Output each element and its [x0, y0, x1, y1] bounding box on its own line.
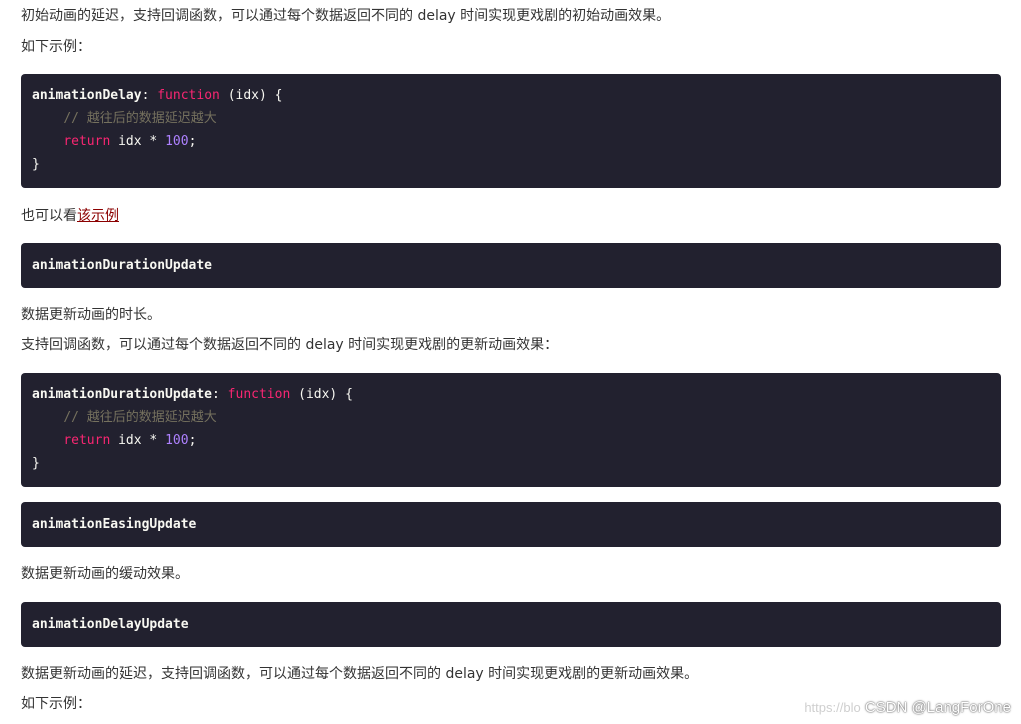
code-identifier: animationDelay [32, 88, 142, 103]
code-option-name: animationEasingUpdate [32, 502, 990, 547]
watermark-url: https://blo [804, 700, 860, 715]
paragraph-example-intro: 如下示例： [21, 37, 91, 57]
code-indent [32, 111, 63, 126]
code-line: return idx * 100; [32, 429, 990, 452]
csdn-watermark: https://blo CSDN @LangForOne [804, 699, 1011, 716]
code-line: // 越往后的数据延迟越大 [32, 107, 990, 130]
code-line: return idx * 100; [32, 130, 990, 153]
code-indent [32, 410, 63, 425]
code-close-brace: } [32, 157, 40, 172]
code-line: animationDelay: function (idx) { [32, 84, 990, 107]
code-number: 100 [165, 433, 188, 448]
code-line: animationDurationUpdate: function (idx) … [32, 383, 990, 406]
code-colon: : [212, 387, 220, 402]
code-keyword-return: return [63, 134, 110, 149]
paragraph-initial-delay: 初始动画的延迟，支持回调函数，可以通过每个数据返回不同的 delay 时间实现更… [21, 6, 670, 26]
paragraph-see-also: 也可以看该示例 [21, 206, 119, 226]
code-block-easing-update: animationEasingUpdate [21, 502, 1001, 547]
code-block-animation-delay: animationDelay: function (idx) { // 越往后的… [21, 74, 1001, 188]
code-keyword-function: function [228, 387, 291, 402]
code-semicolon: ; [189, 433, 197, 448]
code-comment: // 越往后的数据延迟越大 [63, 111, 216, 126]
code-number: 100 [165, 134, 188, 149]
code-block-delay-update: animationDelayUpdate [21, 602, 1001, 647]
code-indent [32, 433, 63, 448]
code-args: (idx) { [298, 387, 353, 402]
paragraph-easing-desc: 数据更新动画的缓动效果。 [21, 564, 189, 584]
code-close-brace: } [32, 456, 40, 471]
code-line: // 越往后的数据延迟越大 [32, 406, 990, 429]
code-line: } [32, 452, 990, 475]
paragraph-delay-update-desc: 数据更新动画的延迟，支持回调函数，可以通过每个数据返回不同的 delay 时间实… [21, 664, 698, 684]
see-also-text: 也可以看 [21, 208, 77, 224]
paragraph-example-intro-2: 如下示例： [21, 694, 91, 714]
code-comment: // 越往后的数据延迟越大 [63, 410, 216, 425]
code-args: (idx) { [228, 88, 283, 103]
code-expression: idx * [118, 134, 157, 149]
code-option-name: animationDelayUpdate [32, 602, 990, 647]
paragraph-duration-desc: 数据更新动画的时长。 [21, 305, 161, 325]
code-keyword-return: return [63, 433, 110, 448]
code-colon: : [142, 88, 150, 103]
code-block-duration-update-example: animationDurationUpdate: function (idx) … [21, 373, 1001, 487]
code-option-name: animationDurationUpdate [32, 243, 990, 288]
watermark-author: CSDN @LangForOne [865, 699, 1011, 716]
code-line: } [32, 153, 990, 176]
paragraph-duration-callback: 支持回调函数，可以通过每个数据返回不同的 delay 时间实现更戏剧的更新动画效… [21, 335, 558, 355]
code-keyword-function: function [157, 88, 220, 103]
code-identifier: animationDurationUpdate [32, 387, 212, 402]
example-link[interactable]: 该示例 [77, 208, 119, 224]
code-indent [32, 134, 63, 149]
code-semicolon: ; [189, 134, 197, 149]
code-expression: idx * [118, 433, 157, 448]
code-block-duration-update: animationDurationUpdate [21, 243, 1001, 288]
